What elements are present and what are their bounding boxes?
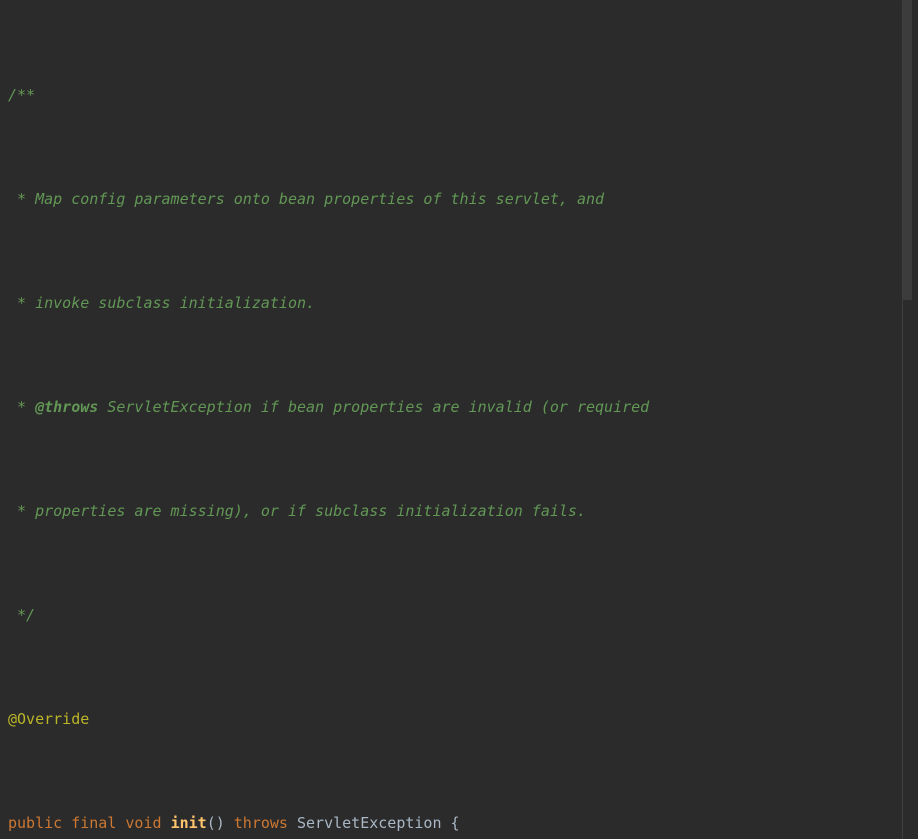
keyword-throws: throws bbox=[233, 814, 288, 832]
punctuation: { bbox=[450, 814, 460, 832]
javadoc-open: /** bbox=[8, 86, 36, 104]
code-line[interactable]: * invoke subclass initialization. bbox=[0, 290, 903, 316]
code-line[interactable]: * @throws ServletException if bean prope… bbox=[0, 394, 903, 420]
vertical-scrollbar-thumb[interactable] bbox=[903, 0, 912, 300]
code-line[interactable]: public final void init() throws ServletE… bbox=[0, 810, 903, 836]
code-line[interactable]: @Override bbox=[0, 706, 903, 732]
javadoc-throws-tag: @throws bbox=[35, 398, 99, 416]
code-line[interactable]: /** bbox=[0, 82, 903, 108]
keyword-final: final bbox=[71, 814, 117, 832]
type-servletexception: ServletException bbox=[297, 814, 442, 832]
code-content[interactable]: /** * Map config parameters onto bean pr… bbox=[0, 0, 903, 839]
keyword-public: public bbox=[8, 814, 63, 832]
code-line[interactable]: * properties are missing), or if subclas… bbox=[0, 498, 903, 524]
punctuation: () bbox=[206, 814, 225, 832]
javadoc-text: * properties are missing), or if subclas… bbox=[8, 502, 586, 520]
javadoc-text: * invoke subclass initialization. bbox=[8, 294, 316, 312]
code-editor[interactable]: /** * Map config parameters onto bean pr… bbox=[0, 0, 918, 839]
method-name-init: init bbox=[170, 814, 207, 832]
keyword-void: void bbox=[125, 814, 162, 832]
javadoc-close: */ bbox=[8, 606, 36, 624]
code-line[interactable]: */ bbox=[0, 602, 903, 628]
vertical-scrollbar-track[interactable] bbox=[903, 0, 915, 839]
javadoc-star: * bbox=[8, 398, 36, 416]
editor-right-gutter bbox=[902, 0, 918, 839]
javadoc-text: * Map config parameters onto bean proper… bbox=[8, 190, 605, 208]
code-line[interactable]: * Map config parameters onto bean proper… bbox=[0, 186, 903, 212]
annotation-override: @Override bbox=[8, 710, 90, 728]
javadoc-text: ServletException if bean properties are … bbox=[98, 398, 650, 416]
